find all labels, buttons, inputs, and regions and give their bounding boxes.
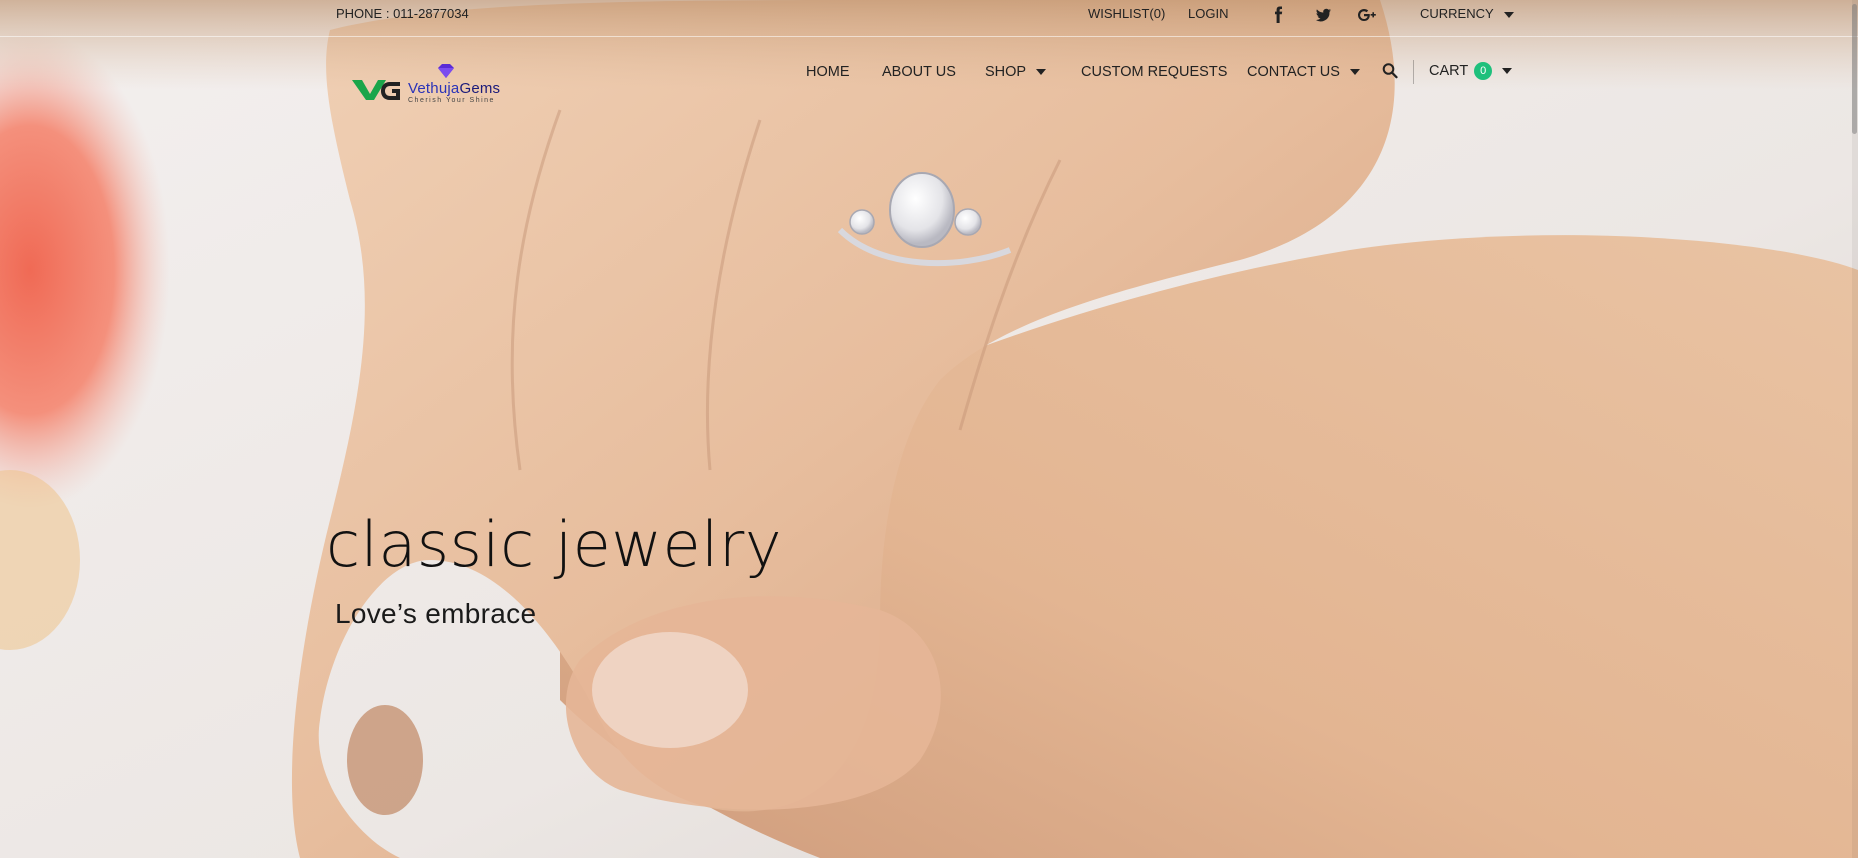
nav-shop-label: SHOP — [985, 64, 1027, 80]
nav-about-us[interactable]: ABOUT US — [882, 64, 956, 80]
search-icon[interactable] — [1382, 62, 1398, 80]
cart-count-badge: 0 — [1474, 62, 1493, 80]
top-bar: PHONE : 011-2877034 WISHLIST(0) LOGIN CU… — [0, 0, 1858, 37]
hero-subtitle: Love’s embrace — [335, 598, 537, 629]
nav-custom-requests[interactable]: CUSTOM REQUESTS — [1081, 64, 1227, 80]
currency-label: CURRENCY — [1420, 6, 1494, 21]
wishlist-link[interactable]: WISHLIST(0) — [1088, 6, 1165, 21]
logo-brand-left: Vethuja — [408, 80, 460, 97]
nav-divider — [1413, 60, 1414, 84]
login-link[interactable]: LOGIN — [1188, 6, 1228, 21]
nav-contact-label: CONTACT US — [1247, 64, 1340, 80]
logo-brand-right: Gems — [459, 80, 501, 97]
logo-wordmark: VethujaGems — [408, 80, 500, 97]
chevron-down-icon — [1503, 11, 1514, 18]
nav-shop[interactable]: SHOP — [985, 64, 1047, 80]
twitter-icon[interactable] — [1312, 4, 1334, 26]
chevron-down-icon — [1036, 69, 1047, 76]
phone-number: PHONE : 011-2877034 — [336, 6, 469, 21]
chevron-down-icon — [1349, 69, 1360, 76]
hero-title: classic jewelry — [326, 508, 783, 581]
chevron-down-icon — [1502, 68, 1513, 75]
currency-dropdown[interactable]: CURRENCY — [1420, 6, 1514, 21]
logo-tagline: Cherish Your Shine — [408, 97, 495, 104]
cart-label: CART — [1429, 63, 1469, 79]
google-plus-icon[interactable] — [1356, 4, 1378, 26]
facebook-icon[interactable] — [1268, 4, 1290, 26]
hero-background-image — [0, 0, 1858, 858]
page: PHONE : 011-2877034 WISHLIST(0) LOGIN CU… — [0, 0, 1858, 858]
scrollbar-thumb[interactable] — [1852, 4, 1857, 134]
nav-contact-us[interactable]: CONTACT US — [1247, 64, 1360, 80]
nav-home[interactable]: HOME — [806, 64, 850, 80]
cart-button[interactable]: CART 0 — [1429, 62, 1513, 80]
